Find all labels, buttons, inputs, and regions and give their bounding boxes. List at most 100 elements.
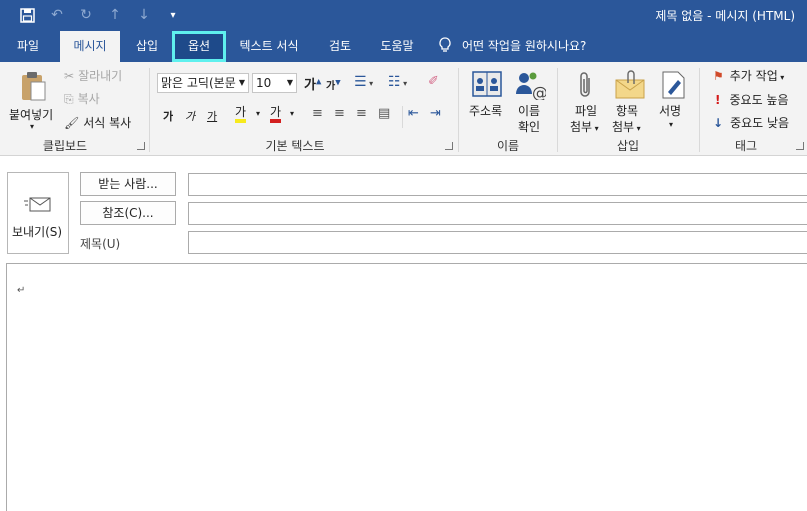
tags-launcher-icon[interactable] xyxy=(796,142,804,150)
message-header: 보내기(S) 받는 사람... 참조(C)... 제목(U) xyxy=(0,156,807,262)
underline-icon: 가 xyxy=(207,110,218,123)
increase-indent-button[interactable]: ⇥ xyxy=(430,106,441,121)
clear-formatting-button[interactable]: ✐ xyxy=(428,74,439,89)
up-icon[interactable]: ↑ xyxy=(105,5,125,25)
redo-icon[interactable]: ↻ xyxy=(76,5,96,25)
group-divider xyxy=(557,68,558,152)
undo-icon[interactable]: ↶ xyxy=(47,5,67,25)
signature-icon xyxy=(662,71,685,99)
tab-options[interactable]: 옵션 xyxy=(172,31,226,62)
underline-button[interactable]: 가 xyxy=(207,108,217,124)
align-center-button[interactable]: ≡ xyxy=(334,106,345,121)
cc-button[interactable]: 참조(C)... xyxy=(80,201,176,225)
clipboard-icon xyxy=(22,72,46,101)
down-arrow-icon: ↓ xyxy=(713,116,724,130)
tab-file[interactable]: 파일 xyxy=(5,31,51,62)
cc-field[interactable] xyxy=(188,202,807,225)
low-importance-label: 중요도 낮음 xyxy=(730,116,790,130)
address-book-button[interactable]: 주소록 xyxy=(464,68,510,128)
tab-insert[interactable]: 삽입 xyxy=(125,31,169,62)
customize-icon[interactable]: ▾ xyxy=(163,5,183,25)
check-names-icon: @ xyxy=(516,72,546,100)
subject-field[interactable] xyxy=(188,231,807,254)
message-body[interactable]: ↵ xyxy=(6,263,807,511)
tags-group-label: 태그 xyxy=(734,139,758,153)
attach-item-button[interactable]: 항목 첨부 ▾ xyxy=(608,68,652,134)
group-divider xyxy=(149,68,150,152)
italic-button[interactable]: 가 xyxy=(185,108,195,124)
send-label: 보내기(S) xyxy=(12,225,63,239)
bold-icon: 가 xyxy=(163,110,174,123)
grow-font-button[interactable]: 가▲ xyxy=(304,74,321,93)
ribbon: 붙여넣기 ▾ ✂ 잘라내기 ⎘ 복사 🖌 서식 복사 클립보드 맑은 고딕(본문 ▼ 1… xyxy=(0,62,807,156)
decrease-indent-button[interactable]: ⇤ xyxy=(408,106,419,121)
high-importance-label: 중요도 높음 xyxy=(729,93,789,107)
save-icon[interactable] xyxy=(17,5,37,25)
numbering-button[interactable]: ☷ ▾ xyxy=(388,74,407,90)
font-size-combo[interactable]: 10 ▼ xyxy=(252,73,297,93)
names-group-label: 이름 xyxy=(496,139,520,153)
clipboard-group-label: 클립보드 xyxy=(42,139,88,153)
down-icon[interactable]: ↓ xyxy=(134,5,154,25)
signature-button[interactable]: 서명 ▾ xyxy=(654,68,694,134)
format-painter-button[interactable]: 🖌 서식 복사 xyxy=(64,114,131,131)
align-left-button[interactable]: ≡ xyxy=(312,106,323,121)
bullets-button[interactable]: ☰ ▾ xyxy=(354,74,373,90)
follow-up-label: 추가 작업 xyxy=(729,69,778,83)
shrink-font-button[interactable]: 가▼ xyxy=(326,77,341,92)
signature-dropdown-icon[interactable]: ▾ xyxy=(669,120,673,129)
tab-format-text[interactable]: 텍스트 서식 xyxy=(229,31,309,62)
tab-review[interactable]: 검토 xyxy=(318,31,362,62)
address-book-label: 주소록 xyxy=(469,104,503,118)
highlight-button[interactable]: 가 xyxy=(235,105,247,123)
attach-item-label-2: 첨부 ▾ xyxy=(612,120,641,134)
tab-message[interactable]: 메시지 xyxy=(60,31,120,62)
paste-button[interactable]: 붙여넣기 ▾ xyxy=(6,68,58,134)
font-color-dropdown-icon[interactable]: ▾ xyxy=(290,109,294,118)
highlight-dropdown-icon[interactable]: ▾ xyxy=(256,109,260,118)
copy-button[interactable]: ⎘ 복사 xyxy=(64,90,100,107)
check-names-label-1: 이름 xyxy=(518,104,541,118)
paragraph-mark: ↵ xyxy=(17,285,26,296)
high-importance-button[interactable]: ! 중요도 높음 xyxy=(713,91,789,108)
justify-button[interactable]: ▤ xyxy=(378,106,390,121)
attach-item-label-1: 항목 xyxy=(616,104,639,118)
increase-indent-icon: ⇥ xyxy=(430,106,441,121)
paste-label: 붙여넣기 xyxy=(9,108,54,122)
exclamation-icon: ! xyxy=(715,93,721,107)
copy-label: 복사 xyxy=(77,92,100,106)
to-button[interactable]: 받는 사람... xyxy=(80,172,176,196)
paintbrush-icon: 🖌 xyxy=(64,116,80,130)
check-names-button[interactable]: @ 이름 확인 xyxy=(512,68,548,134)
low-importance-button[interactable]: ↓ 중요도 낮음 xyxy=(713,114,789,131)
cut-button[interactable]: ✂ 잘라내기 xyxy=(64,67,122,84)
send-icon xyxy=(24,197,51,212)
chevron-down-icon: ▼ xyxy=(238,78,245,87)
align-right-icon: ≡ xyxy=(356,106,367,121)
attach-file-label-2: 첨부 ▾ xyxy=(570,120,599,134)
attach-file-button[interactable]: 파일 첨부 ▾ xyxy=(566,68,606,134)
follow-up-button[interactable]: ⚑ 추가 작업 ▾ xyxy=(713,67,784,84)
clipboard-launcher-icon[interactable] xyxy=(137,142,145,150)
send-button[interactable]: 보내기(S) xyxy=(7,172,69,254)
grow-font-icon: 가 xyxy=(304,78,316,93)
format-painter-label: 서식 복사 xyxy=(83,116,132,130)
flag-icon: ⚑ xyxy=(713,69,724,83)
bullets-icon: ☰ xyxy=(354,74,367,90)
basic-text-launcher-icon[interactable] xyxy=(445,142,453,150)
italic-icon: 가 xyxy=(185,110,196,123)
tell-me-box[interactable]: 어떤 작업을 원하시나요? xyxy=(438,31,618,62)
tab-help[interactable]: 도움말 xyxy=(370,31,424,62)
tell-me-text: 어떤 작업을 원하시나요? xyxy=(462,39,587,53)
chevron-down-icon: ▾ xyxy=(366,79,374,88)
font-size-value: 10 xyxy=(256,76,272,90)
chevron-down-icon: ▾ xyxy=(400,79,408,88)
group-divider xyxy=(458,68,459,152)
paste-dropdown-icon[interactable]: ▾ xyxy=(30,122,34,131)
font-color-button[interactable]: 가 xyxy=(270,105,282,123)
to-field[interactable] xyxy=(188,173,807,196)
align-right-button[interactable]: ≡ xyxy=(356,106,367,121)
font-name-combo[interactable]: 맑은 고딕(본문 ▼ xyxy=(157,73,249,93)
group-divider xyxy=(699,68,700,152)
bold-button[interactable]: 가 xyxy=(163,108,173,124)
